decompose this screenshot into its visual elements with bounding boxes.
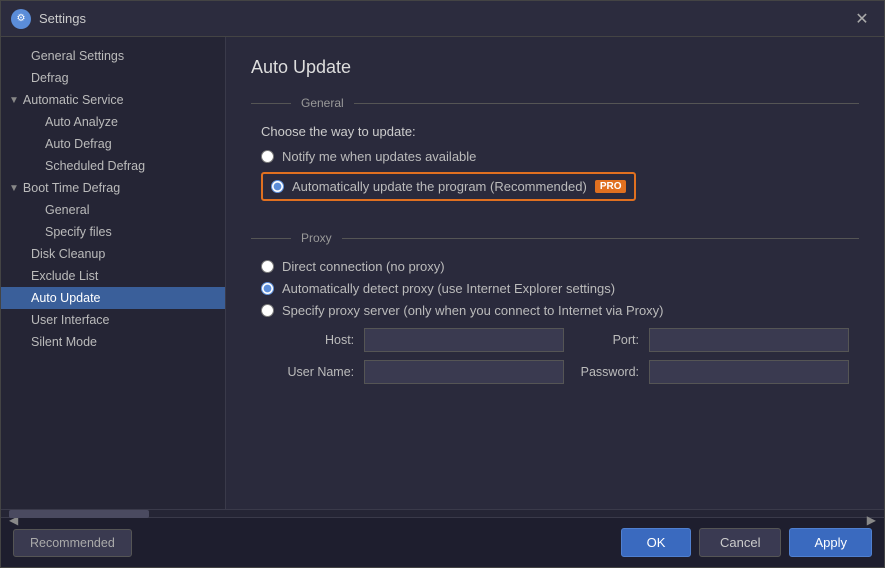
scrollbar-thumb[interactable] xyxy=(9,510,149,518)
port-input[interactable] xyxy=(649,328,849,352)
host-label: Host: xyxy=(281,333,354,347)
sidebar: General Settings Defrag ▼ Automatic Serv… xyxy=(1,37,226,509)
section-line-right xyxy=(354,103,859,104)
general-section-body: Choose the way to update: Notify me when… xyxy=(251,124,859,209)
specify-proxy-label: Specify proxy server (only when you conn… xyxy=(282,303,664,318)
sidebar-item-general[interactable]: General xyxy=(1,199,225,221)
expander-icon: ▼ xyxy=(9,95,19,106)
sidebar-item-auto-update[interactable]: Auto Update xyxy=(1,287,225,309)
ok-button[interactable]: OK xyxy=(621,528,691,557)
port-label: Port: xyxy=(574,333,639,347)
username-label: User Name: xyxy=(281,365,354,379)
auto-detect-row: Automatically detect proxy (use Internet… xyxy=(261,281,849,296)
sidebar-item-silent-mode[interactable]: Silent Mode xyxy=(1,331,225,353)
title-bar: ⚙ Settings ✕ xyxy=(1,1,884,37)
sidebar-item-disk-cleanup[interactable]: Disk Cleanup xyxy=(1,243,225,265)
nav-right-arrow[interactable]: ▶ xyxy=(867,513,876,527)
proxy-section: Proxy Direct connection (no proxy) Autom… xyxy=(251,231,859,384)
general-section-label: General xyxy=(291,96,354,110)
proxy-line-left xyxy=(251,238,291,239)
sidebar-item-defrag[interactable]: Defrag xyxy=(1,67,225,89)
direct-label: Direct connection (no proxy) xyxy=(282,259,445,274)
content-area: General Settings Defrag ▼ Automatic Serv… xyxy=(1,37,884,509)
proxy-section-body: Direct connection (no proxy) Automatical… xyxy=(251,259,859,384)
sidebar-item-auto-analyze[interactable]: Auto Analyze xyxy=(1,111,225,133)
radio-notify-row: Notify me when updates available xyxy=(261,149,849,164)
bottom-right-buttons: OK Cancel Apply xyxy=(621,528,872,557)
expander-icon-boot: ▼ xyxy=(9,183,19,194)
main-content: Auto Update General Choose the way to up… xyxy=(226,37,884,509)
app-icon: ⚙ xyxy=(11,9,31,29)
sidebar-item-general-settings[interactable]: General Settings xyxy=(1,45,225,67)
section-line-left xyxy=(251,103,291,104)
settings-dialog: ⚙ Settings ✕ General Settings Defrag ▼ A… xyxy=(0,0,885,568)
notify-label: Notify me when updates available xyxy=(282,149,476,164)
password-label: Password: xyxy=(574,365,639,379)
dialog-title: Settings xyxy=(39,11,850,26)
host-input[interactable] xyxy=(364,328,564,352)
direct-connection-row: Direct connection (no proxy) xyxy=(261,259,849,274)
cancel-button[interactable]: Cancel xyxy=(699,528,781,557)
auto-update-radio[interactable] xyxy=(271,180,284,193)
auto-update-highlighted-row: Automatically update the program (Recomm… xyxy=(261,172,636,201)
page-title: Auto Update xyxy=(251,57,859,78)
recommended-button[interactable]: Recommended xyxy=(13,529,132,557)
specify-proxy-radio[interactable] xyxy=(261,304,274,317)
sidebar-item-exclude-list[interactable]: Exclude List xyxy=(1,265,225,287)
sidebar-item-boot-time-defrag[interactable]: ▼ Boot Time Defrag xyxy=(1,177,225,199)
sidebar-item-specify-files[interactable]: Specify files xyxy=(1,221,225,243)
auto-detect-radio[interactable] xyxy=(261,282,274,295)
username-input[interactable] xyxy=(364,360,564,384)
apply-button[interactable]: Apply xyxy=(789,528,872,557)
direct-radio[interactable] xyxy=(261,260,274,273)
close-button[interactable]: ✕ xyxy=(850,7,874,31)
sidebar-item-auto-defrag[interactable]: Auto Defrag xyxy=(1,133,225,155)
general-section: General Choose the way to update: Notify… xyxy=(251,96,859,209)
proxy-section-label: Proxy xyxy=(291,231,342,245)
auto-detect-label: Automatically detect proxy (use Internet… xyxy=(282,281,615,296)
proxy-line-right xyxy=(342,238,859,239)
password-input[interactable] xyxy=(649,360,849,384)
auto-update-label: Automatically update the program (Recomm… xyxy=(292,179,587,194)
sidebar-scrollbar: ◀ ▶ xyxy=(1,509,884,517)
pro-badge: PRO xyxy=(595,180,627,193)
sidebar-item-scheduled-defrag[interactable]: Scheduled Defrag xyxy=(1,155,225,177)
general-section-header: General xyxy=(251,96,859,110)
proxy-section-header: Proxy xyxy=(251,231,859,245)
sidebar-item-user-interface[interactable]: User Interface xyxy=(1,309,225,331)
specify-proxy-row: Specify proxy server (only when you conn… xyxy=(261,303,849,318)
proxy-form: Host: Port: User Name: Password: xyxy=(261,328,849,384)
sidebar-item-automatic-service[interactable]: ▼ Automatic Service xyxy=(1,89,225,111)
update-subtitle: Choose the way to update: xyxy=(261,124,849,139)
notify-radio[interactable] xyxy=(261,150,274,163)
